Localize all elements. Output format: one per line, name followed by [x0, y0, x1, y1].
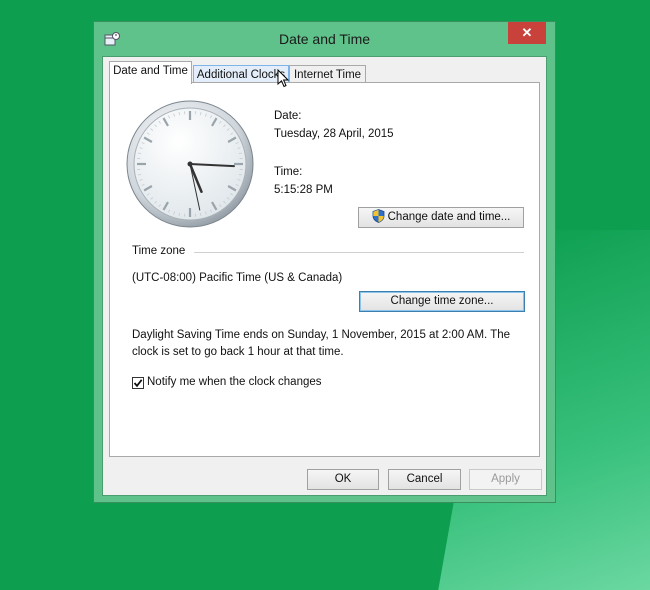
time-zone-section-label: Time zone: [132, 245, 185, 257]
title-bar[interactable]: Date and Time ✕: [94, 22, 555, 56]
analog-clock: [125, 99, 255, 229]
notify-label[interactable]: Notify me when the clock changes: [147, 376, 322, 388]
window-title: Date and Time: [94, 31, 555, 47]
change-time-zone-button[interactable]: Change time zone...: [359, 291, 525, 312]
cancel-button[interactable]: Cancel: [388, 469, 461, 490]
time-zone-separator: [194, 252, 524, 253]
ok-button[interactable]: OK: [307, 469, 379, 490]
checkmark-icon: [133, 378, 143, 388]
change-date-time-button[interactable]: Change date and time...: [358, 207, 524, 228]
time-label: Time:: [274, 166, 302, 178]
uac-shield-icon: [372, 209, 385, 223]
notify-checkbox[interactable]: [132, 377, 144, 389]
time-zone-value: (UTC-08:00) Pacific Time (US & Canada): [132, 272, 342, 284]
dialog-client-area: Date and Time Additional Clocks Internet…: [102, 56, 547, 496]
time-value: 5:15:28 PM: [274, 184, 333, 196]
date-value: Tuesday, 28 April, 2015: [274, 128, 394, 140]
date-time-panel: Date: Tuesday, 28 April, 2015 Time: 5:15…: [109, 82, 540, 457]
dst-info-line-2: clock is set to go back 1 hour at that t…: [132, 346, 344, 358]
dst-info-line-1: Daylight Saving Time ends on Sunday, 1 N…: [132, 329, 510, 341]
tab-date-and-time[interactable]: Date and Time: [109, 61, 192, 84]
apply-button[interactable]: Apply: [469, 469, 542, 490]
close-button[interactable]: ✕: [508, 22, 546, 44]
date-label: Date:: [274, 110, 302, 122]
mouse-cursor-icon: [277, 69, 289, 88]
date-time-dialog: Date and Time ✕ Date and Time Additional…: [93, 21, 556, 503]
change-date-time-label: Change date and time...: [388, 211, 511, 223]
